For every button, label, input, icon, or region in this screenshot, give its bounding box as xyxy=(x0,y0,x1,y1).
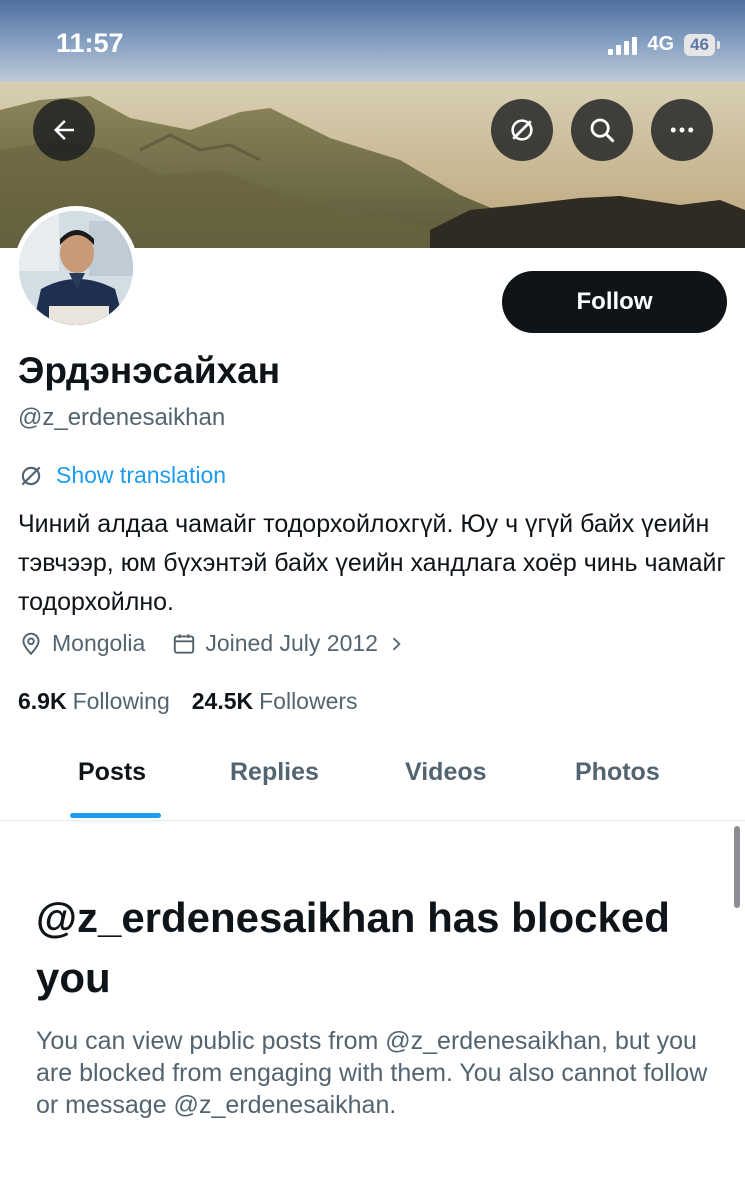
profile-tabs: Posts Replies Videos Photos xyxy=(0,750,745,821)
status-indicators: 4G 46 xyxy=(608,33,720,56)
location-pin-icon xyxy=(22,632,40,655)
chevron-right-icon xyxy=(392,637,401,650)
tab-videos[interactable]: Videos xyxy=(405,758,487,787)
status-time: 11:57 xyxy=(56,28,124,58)
show-translation-label: Show translation xyxy=(56,462,227,488)
joined-date-link[interactable]: Joined July 2012 xyxy=(171,630,406,657)
translate-icon xyxy=(21,466,41,485)
active-tab-indicator xyxy=(70,813,161,818)
profile-meta: Mongolia Joined July 2012 xyxy=(18,630,406,657)
profile-name: Эрдэнэсайхан xyxy=(18,350,281,391)
network-type: 4G xyxy=(647,33,675,55)
show-translation-link[interactable]: Show translation xyxy=(18,462,226,489)
back-button[interactable] xyxy=(33,99,95,161)
more-button[interactable] xyxy=(651,99,713,161)
calendar-icon xyxy=(174,633,195,654)
search-button[interactable] xyxy=(571,99,633,161)
following-label: Following xyxy=(72,688,170,714)
following-stat[interactable]: 6.9K Following xyxy=(18,688,170,715)
blocked-description: You can view public posts from @z_erdene… xyxy=(36,1027,708,1119)
tab-photos[interactable]: Photos xyxy=(575,758,660,787)
cellular-signal-icon xyxy=(608,35,638,55)
location-text: Mongolia xyxy=(52,630,146,656)
blocked-title: @z_erdenesaikhan has blocked you xyxy=(36,894,670,1001)
back-arrow-icon xyxy=(54,120,74,140)
battery-indicator: 46 xyxy=(684,33,720,56)
avatar-photo xyxy=(19,211,133,325)
profile-bio: Чиний алдаа чамайг тодорхойлохгүй. Юу ч … xyxy=(18,510,726,616)
profile-stats: 6.9K Following 24.5K Followers xyxy=(18,688,358,715)
scrollbar[interactable] xyxy=(734,826,740,908)
profile-handle: @z_erdenesaikhan xyxy=(18,404,226,431)
translate-toggle-button[interactable] xyxy=(491,99,553,161)
followers-stat[interactable]: 24.5K Followers xyxy=(192,688,358,715)
follow-button[interactable]: Follow xyxy=(502,271,727,333)
location-info: Mongolia xyxy=(18,630,145,657)
search-icon xyxy=(590,118,615,143)
avatar[interactable] xyxy=(14,206,138,330)
translate-off-icon xyxy=(511,119,533,141)
followers-label: Followers xyxy=(259,688,358,714)
followers-count: 24.5K xyxy=(191,688,254,714)
following-count: 6.9K xyxy=(18,688,67,714)
tab-replies[interactable]: Replies xyxy=(230,758,319,787)
more-icon xyxy=(670,127,694,133)
tab-posts[interactable]: Posts xyxy=(78,758,146,787)
joined-date-text: Joined July 2012 xyxy=(205,630,378,656)
